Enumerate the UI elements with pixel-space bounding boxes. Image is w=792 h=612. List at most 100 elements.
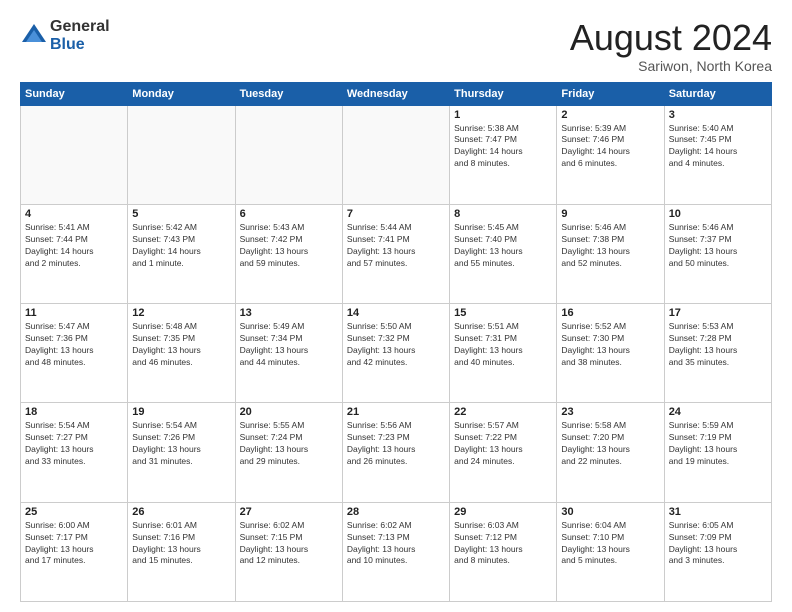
cell-content: Sunrise: 5:55 AM Sunset: 7:24 PM Dayligh… xyxy=(240,420,338,468)
header-tuesday: Tuesday xyxy=(235,82,342,105)
table-row: 19 Sunrise: 5:54 AM Sunset: 7:26 PM Dayli… xyxy=(128,403,235,502)
day-number: 14 xyxy=(347,307,445,319)
table-row xyxy=(128,105,235,204)
logo: General Blue xyxy=(20,18,110,53)
page: General Blue August 2024 Sariwon, North … xyxy=(0,0,792,612)
table-row: 12 Sunrise: 5:48 AM Sunset: 7:35 PM Dayli… xyxy=(128,304,235,403)
cell-content: Sunrise: 5:50 AM Sunset: 7:32 PM Dayligh… xyxy=(347,321,445,369)
cell-content: Sunrise: 5:40 AM Sunset: 7:45 PM Dayligh… xyxy=(669,123,767,171)
month-title: August 2024 xyxy=(570,18,772,58)
table-row: 7 Sunrise: 5:44 AM Sunset: 7:41 PM Daylig… xyxy=(342,204,449,303)
cell-content: Sunrise: 6:01 AM Sunset: 7:16 PM Dayligh… xyxy=(132,520,230,568)
table-row: 18 Sunrise: 5:54 AM Sunset: 7:27 PM Dayli… xyxy=(21,403,128,502)
header-monday: Monday xyxy=(128,82,235,105)
table-row: 24Sunrise: 5:59 AM Sunset: 7:19 PM Dayli… xyxy=(664,403,771,502)
cell-content: Sunrise: 5:51 AM Sunset: 7:31 PM Dayligh… xyxy=(454,321,552,369)
table-row: 3 Sunrise: 5:40 AM Sunset: 7:45 PM Daylig… xyxy=(664,105,771,204)
calendar-table: Sunday Monday Tuesday Wednesday Thursday… xyxy=(20,82,772,602)
calendar-week-3: 11 Sunrise: 5:47 AM Sunset: 7:36 PM Dayli… xyxy=(21,304,772,403)
header-sunday: Sunday xyxy=(21,82,128,105)
table-row: 9Sunrise: 5:46 AM Sunset: 7:38 PM Daylig… xyxy=(557,204,664,303)
cell-content: Sunrise: 5:54 AM Sunset: 7:27 PM Dayligh… xyxy=(25,420,123,468)
table-row xyxy=(342,105,449,204)
day-number: 5 xyxy=(132,208,230,220)
logo-icon xyxy=(20,22,48,50)
cell-content: Sunrise: 5:49 AM Sunset: 7:34 PM Dayligh… xyxy=(240,321,338,369)
day-number: 10 xyxy=(669,208,767,220)
header-wednesday: Wednesday xyxy=(342,82,449,105)
table-row xyxy=(235,105,342,204)
cell-content: Sunrise: 6:05 AM Sunset: 7:09 PM Dayligh… xyxy=(669,520,767,568)
table-row: 10Sunrise: 5:46 AM Sunset: 7:37 PM Dayli… xyxy=(664,204,771,303)
days-header-row: Sunday Monday Tuesday Wednesday Thursday… xyxy=(21,82,772,105)
table-row: 11 Sunrise: 5:47 AM Sunset: 7:36 PM Dayli… xyxy=(21,304,128,403)
day-number: 19 xyxy=(132,406,230,418)
cell-content: Sunrise: 5:53 AM Sunset: 7:28 PM Dayligh… xyxy=(669,321,767,369)
header-saturday: Saturday xyxy=(664,82,771,105)
cell-content: Sunrise: 5:45 AM Sunset: 7:40 PM Dayligh… xyxy=(454,222,552,270)
logo-blue-text: Blue xyxy=(50,36,110,54)
day-number: 1 xyxy=(454,109,552,121)
cell-content: Sunrise: 5:58 AM Sunset: 7:20 PM Dayligh… xyxy=(561,420,659,468)
cell-content: Sunrise: 6:03 AM Sunset: 7:12 PM Dayligh… xyxy=(454,520,552,568)
table-row: 13 Sunrise: 5:49 AM Sunset: 7:34 PM Dayli… xyxy=(235,304,342,403)
table-row: 4 Sunrise: 5:41 AM Sunset: 7:44 PM Daylig… xyxy=(21,204,128,303)
day-number: 22 xyxy=(454,406,552,418)
cell-content: Sunrise: 5:48 AM Sunset: 7:35 PM Dayligh… xyxy=(132,321,230,369)
table-row: 25 Sunrise: 6:00 AM Sunset: 7:17 PM Dayli… xyxy=(21,502,128,601)
cell-content: Sunrise: 6:04 AM Sunset: 7:10 PM Dayligh… xyxy=(561,520,659,568)
table-row: 29 Sunrise: 6:03 AM Sunset: 7:12 PM Dayli… xyxy=(450,502,557,601)
day-number: 3 xyxy=(669,109,767,121)
table-row: 1 Sunrise: 5:38 AM Sunset: 7:47 PM Daylig… xyxy=(450,105,557,204)
cell-content: Sunrise: 5:42 AM Sunset: 7:43 PM Dayligh… xyxy=(132,222,230,270)
day-number: 17 xyxy=(669,307,767,319)
day-number: 16 xyxy=(561,307,659,319)
day-number: 2 xyxy=(561,109,659,121)
cell-content: Sunrise: 5:52 AM Sunset: 7:30 PM Dayligh… xyxy=(561,321,659,369)
day-number: 18 xyxy=(25,406,123,418)
table-row: 27Sunrise: 6:02 AM Sunset: 7:15 PM Dayli… xyxy=(235,502,342,601)
header-thursday: Thursday xyxy=(450,82,557,105)
table-row: 20 Sunrise: 5:55 AM Sunset: 7:24 PM Dayli… xyxy=(235,403,342,502)
table-row: 28 Sunrise: 6:02 AM Sunset: 7:13 PM Dayli… xyxy=(342,502,449,601)
day-number: 13 xyxy=(240,307,338,319)
day-number: 24 xyxy=(669,406,767,418)
table-row: 5 Sunrise: 5:42 AM Sunset: 7:43 PM Daylig… xyxy=(128,204,235,303)
day-number: 15 xyxy=(454,307,552,319)
cell-content: Sunrise: 5:41 AM Sunset: 7:44 PM Dayligh… xyxy=(25,222,123,270)
cell-content: Sunrise: 5:47 AM Sunset: 7:36 PM Dayligh… xyxy=(25,321,123,369)
day-number: 7 xyxy=(347,208,445,220)
calendar-week-1: 1 Sunrise: 5:38 AM Sunset: 7:47 PM Daylig… xyxy=(21,105,772,204)
day-number: 12 xyxy=(132,307,230,319)
table-row: 22Sunrise: 5:57 AM Sunset: 7:22 PM Dayli… xyxy=(450,403,557,502)
logo-text: General Blue xyxy=(50,18,110,53)
cell-content: Sunrise: 6:02 AM Sunset: 7:15 PM Dayligh… xyxy=(240,520,338,568)
day-number: 8 xyxy=(454,208,552,220)
cell-content: Sunrise: 5:38 AM Sunset: 7:47 PM Dayligh… xyxy=(454,123,552,171)
calendar-week-4: 18 Sunrise: 5:54 AM Sunset: 7:27 PM Dayli… xyxy=(21,403,772,502)
day-number: 20 xyxy=(240,406,338,418)
cell-content: Sunrise: 5:46 AM Sunset: 7:38 PM Dayligh… xyxy=(561,222,659,270)
day-number: 29 xyxy=(454,506,552,518)
table-row: 26 Sunrise: 6:01 AM Sunset: 7:16 PM Dayli… xyxy=(128,502,235,601)
header-friday: Friday xyxy=(557,82,664,105)
table-row: 2Sunrise: 5:39 AM Sunset: 7:46 PM Daylig… xyxy=(557,105,664,204)
calendar-week-5: 25 Sunrise: 6:00 AM Sunset: 7:17 PM Dayli… xyxy=(21,502,772,601)
cell-content: Sunrise: 5:54 AM Sunset: 7:26 PM Dayligh… xyxy=(132,420,230,468)
calendar-week-2: 4 Sunrise: 5:41 AM Sunset: 7:44 PM Daylig… xyxy=(21,204,772,303)
table-row: 16 Sunrise: 5:52 AM Sunset: 7:30 PM Dayli… xyxy=(557,304,664,403)
day-number: 26 xyxy=(132,506,230,518)
cell-content: Sunrise: 5:44 AM Sunset: 7:41 PM Dayligh… xyxy=(347,222,445,270)
table-row: 21Sunrise: 5:56 AM Sunset: 7:23 PM Dayli… xyxy=(342,403,449,502)
day-number: 11 xyxy=(25,307,123,319)
cell-content: Sunrise: 6:00 AM Sunset: 7:17 PM Dayligh… xyxy=(25,520,123,568)
day-number: 6 xyxy=(240,208,338,220)
day-number: 21 xyxy=(347,406,445,418)
day-number: 25 xyxy=(25,506,123,518)
cell-content: Sunrise: 6:02 AM Sunset: 7:13 PM Dayligh… xyxy=(347,520,445,568)
day-number: 4 xyxy=(25,208,123,220)
title-block: August 2024 Sariwon, North Korea xyxy=(570,18,772,74)
day-number: 28 xyxy=(347,506,445,518)
day-number: 30 xyxy=(561,506,659,518)
location-subtitle: Sariwon, North Korea xyxy=(570,58,772,74)
